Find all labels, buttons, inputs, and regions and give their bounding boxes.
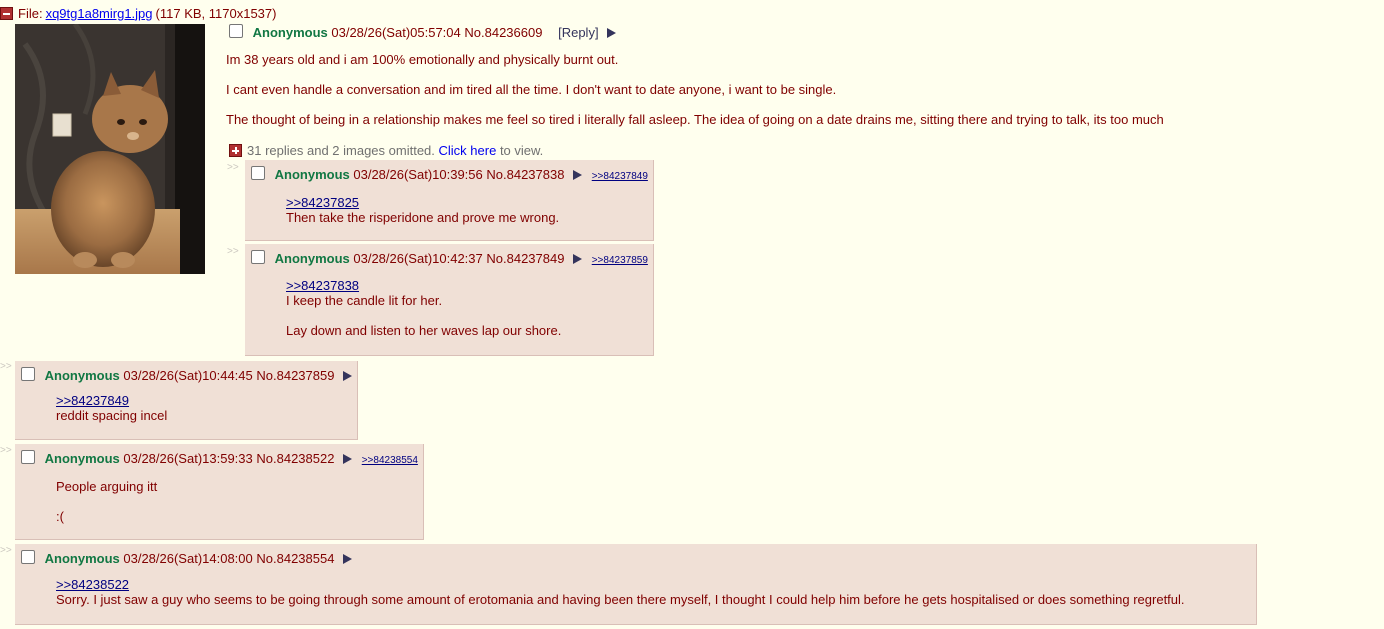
reply-arrow: >> xyxy=(0,445,12,456)
reply-arrow: >> xyxy=(227,162,239,173)
quote-link[interactable]: >>84237838 xyxy=(286,278,561,293)
op-post-number[interactable]: No.84236609 xyxy=(464,25,542,40)
reply-poster-name: Anonymous xyxy=(274,167,350,182)
reply-post: Anonymous 03/28/26(Sat)10:39:56 No.84237… xyxy=(245,160,654,241)
reply-post-number[interactable]: No.84237859 xyxy=(256,368,334,383)
reply-poster-name: Anonymous xyxy=(44,368,120,383)
reply-line: People arguing itt xyxy=(56,479,158,494)
reply-info: Anonymous 03/28/26(Sat)10:39:56 No.84237… xyxy=(251,166,648,182)
reply-datetime: 03/28/26(Sat)14:08:00 xyxy=(123,551,253,566)
op-paragraph: Im 38 years old and i am 100% emotionall… xyxy=(226,52,619,67)
reply-line: :( xyxy=(56,509,64,524)
reply-backlink[interactable]: >>84237859 xyxy=(592,255,648,266)
reply-post: Anonymous 03/28/26(Sat)10:42:37 No.84237… xyxy=(245,244,654,356)
reply-select-checkbox[interactable] xyxy=(21,367,35,381)
reply-select-checkbox[interactable] xyxy=(21,550,35,564)
hide-thread-icon[interactable] xyxy=(0,6,13,20)
file-meta: (117 KB, 1170x1537) xyxy=(155,5,277,21)
reply-message: >>84237849 reddit spacing incel xyxy=(56,393,167,423)
reply-line: I keep the candle lit for her. xyxy=(286,293,443,308)
post-menu-icon[interactable] xyxy=(573,254,583,264)
reply-post-number[interactable]: No.84238522 xyxy=(256,451,334,466)
file-link[interactable]: xq9tg1a8mirg1.jpg xyxy=(46,6,153,21)
reply-arrow: >> xyxy=(227,246,239,257)
op-file-info: File: xq9tg1a8mirg1.jpg (117 KB, 1170x15… xyxy=(0,5,276,21)
reply-datetime: 03/28/26(Sat)10:42:37 xyxy=(353,251,483,266)
post-menu-icon[interactable] xyxy=(343,454,353,464)
reply-datetime: 03/28/26(Sat)13:59:33 xyxy=(123,451,253,466)
post-menu-icon[interactable] xyxy=(343,554,353,564)
expand-thread-icon[interactable] xyxy=(229,144,242,157)
quote-link[interactable]: >>84238522 xyxy=(56,577,1185,592)
op-thumbnail[interactable] xyxy=(15,24,205,274)
reply-poster-name: Anonymous xyxy=(274,251,350,266)
op-message: Im 38 years old and i am 100% emotionall… xyxy=(226,53,1164,143)
reply-arrow: >> xyxy=(0,361,12,372)
reply-info: Anonymous 03/28/26(Sat)13:59:33 No.84238… xyxy=(21,450,418,466)
reply-poster-name: Anonymous xyxy=(44,551,120,566)
omitted-notice: 31 replies and 2 images omitted. Click h… xyxy=(229,143,543,158)
reply-info: Anonymous 03/28/26(Sat)10:44:45 No.84237… xyxy=(21,367,353,383)
reply-line: reddit spacing incel xyxy=(56,408,168,423)
reply-backlink[interactable]: >>84238554 xyxy=(362,455,418,466)
file-label: File: xyxy=(18,5,43,21)
reply-datetime: 03/28/26(Sat)10:39:56 xyxy=(353,167,483,182)
reply-message: >>84237825 Then take the risperidone and… xyxy=(286,195,559,225)
omitted-text: 31 replies and 2 images omitted. xyxy=(247,143,435,158)
op-reply-link[interactable]: [Reply] xyxy=(558,25,598,40)
post-menu-icon[interactable] xyxy=(573,170,583,180)
reply-poster-name: Anonymous xyxy=(44,451,120,466)
reply-select-checkbox[interactable] xyxy=(21,450,35,464)
op-post-info: Anonymous 03/28/26(Sat)05:57:04 No.84236… xyxy=(229,24,617,40)
reply-post: Anonymous 03/28/26(Sat)10:44:45 No.84237… xyxy=(15,361,358,440)
op-paragraph: The thought of being in a relationship m… xyxy=(226,112,1164,127)
reply-post-number[interactable]: No.84237849 xyxy=(486,251,564,266)
cat-photo-image xyxy=(15,24,205,274)
reply-arrow: >> xyxy=(0,545,12,556)
reply-line: Sorry. I just saw a guy who seems to be … xyxy=(56,592,1185,607)
reply-info: Anonymous 03/28/26(Sat)10:42:37 No.84237… xyxy=(251,250,648,266)
reply-message: People arguing itt :( xyxy=(56,479,157,524)
expand-link[interactable]: Click here xyxy=(439,143,497,158)
reply-datetime: 03/28/26(Sat)10:44:45 xyxy=(123,368,253,383)
op-select-checkbox[interactable] xyxy=(229,24,243,38)
reply-post: Anonymous 03/28/26(Sat)13:59:33 No.84238… xyxy=(15,444,424,540)
reply-select-checkbox[interactable] xyxy=(251,166,265,180)
quote-link[interactable]: >>84237825 xyxy=(286,195,559,210)
reply-post: Anonymous 03/28/26(Sat)14:08:00 No.84238… xyxy=(15,544,1257,625)
post-menu-icon[interactable] xyxy=(607,28,617,38)
op-datetime: 03/28/26(Sat)05:57:04 xyxy=(331,25,461,40)
reply-message: >>84237838 I keep the candle lit for her… xyxy=(286,278,561,338)
omitted-suffix: to view. xyxy=(499,143,544,158)
reply-line: Then take the risperidone and prove me w… xyxy=(286,210,560,225)
post-menu-icon[interactable] xyxy=(343,371,353,381)
op-poster-name: Anonymous xyxy=(252,25,328,40)
reply-select-checkbox[interactable] xyxy=(251,250,265,264)
reply-post-number[interactable]: No.84237838 xyxy=(486,167,564,182)
reply-post-number[interactable]: No.84238554 xyxy=(256,551,334,566)
quote-link[interactable]: >>84237849 xyxy=(56,393,167,408)
op-paragraph: I cant even handle a conversation and im… xyxy=(226,82,837,97)
reply-info: Anonymous 03/28/26(Sat)14:08:00 No.84238… xyxy=(21,550,353,566)
reply-backlink[interactable]: >>84237849 xyxy=(592,171,648,182)
reply-line: Lay down and listen to her waves lap our… xyxy=(286,323,562,338)
reply-message: >>84238522 Sorry. I just saw a guy who s… xyxy=(56,577,1185,607)
